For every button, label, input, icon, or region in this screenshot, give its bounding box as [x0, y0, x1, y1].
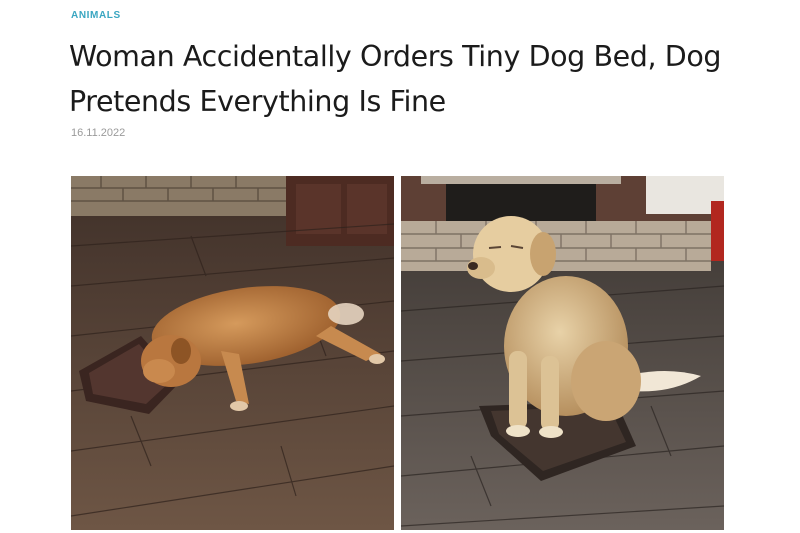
publish-date: 16.11.2022: [71, 127, 126, 139]
photo-dog-lying: [71, 176, 394, 530]
article-title: Woman Accidentally Orders Tiny Dog Bed, …: [69, 40, 722, 118]
category-link[interactable]: ANIMALS: [71, 10, 121, 21]
photo-dog-sitting-image: [401, 176, 724, 530]
photo-dog-lying-image: [71, 176, 394, 530]
photo-dog-sitting: [401, 176, 724, 530]
article-page: ANIMALS Woman Accidentally Orders Tiny D…: [0, 0, 800, 533]
